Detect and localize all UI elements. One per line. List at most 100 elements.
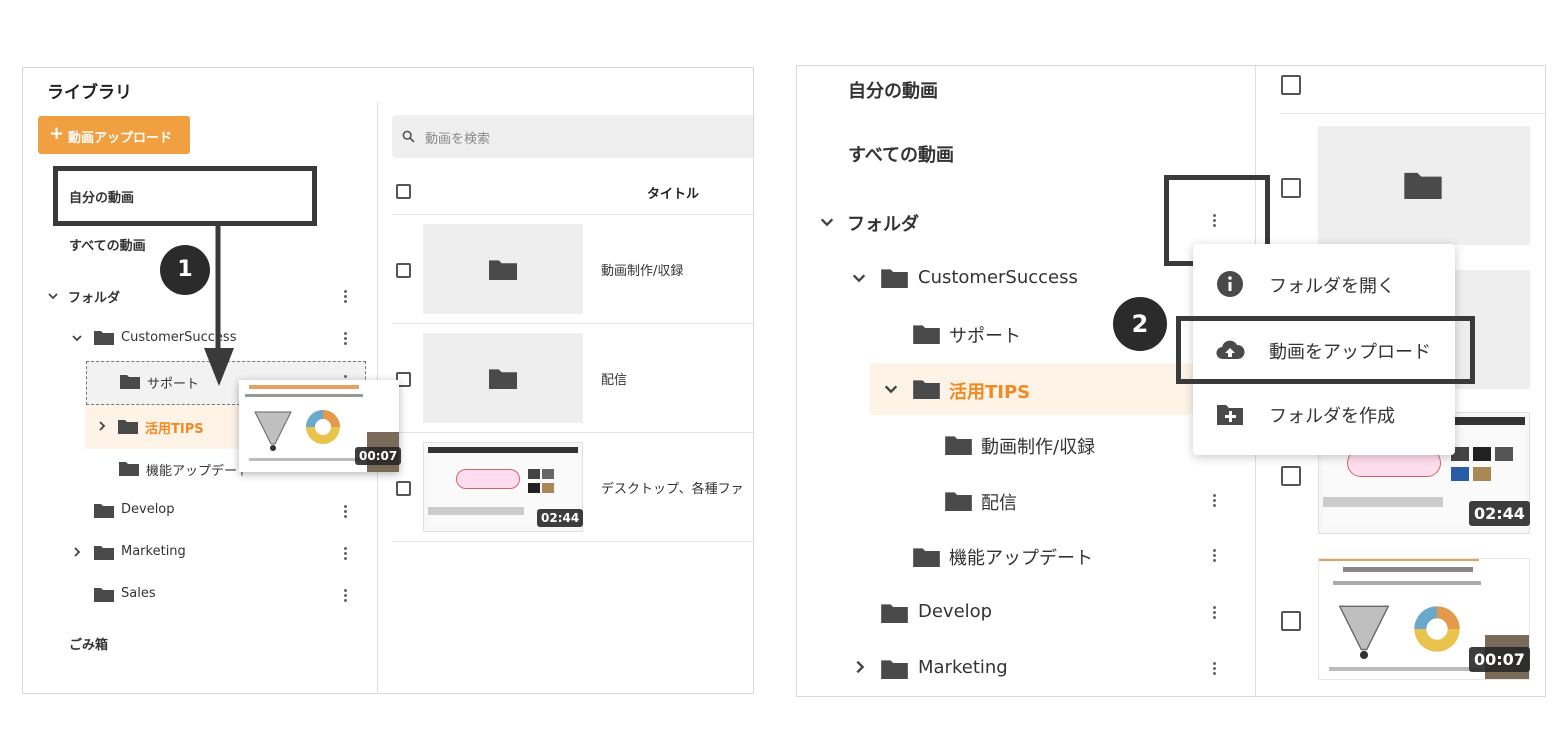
tree-item-tips[interactable]: 活用TIPS [949,378,1030,404]
develop-more-icon[interactable] [1211,606,1217,621]
folder-icon [945,435,972,455]
chevron-down-icon[interactable] [851,270,867,286]
tree-item-feature-update[interactable]: 機能アップデート [949,544,1093,570]
nav-trash[interactable]: ごみ箱 [69,634,108,653]
folder-icon [119,461,139,476]
chevron-right-icon[interactable] [96,420,108,432]
nav-folders[interactable]: フォルダ [847,210,919,236]
folder-icon [1404,172,1442,199]
folder-icon [94,545,114,560]
develop-more-icon[interactable] [342,505,348,520]
folder-thumbnail[interactable] [423,333,583,423]
header-divider [392,214,753,215]
folder-icon [913,547,940,567]
chevron-down-icon[interactable] [71,332,83,344]
row-title[interactable]: 動画制作/収録 [601,260,683,279]
row-checkbox[interactable] [396,263,411,278]
folder-icon [118,419,138,434]
chevron-down-icon[interactable] [819,214,835,230]
step-badge-1: 1 [160,245,210,295]
header-divider [1280,113,1545,114]
row-divider [392,432,753,433]
folder-icon [881,268,908,288]
tree-item-production[interactable]: 動画制作/収録 [981,433,1095,459]
highlight-my-videos [53,166,317,226]
step-badge-2: 2 [1113,297,1167,351]
upload-video-button-label: 動画アップロード [68,131,173,146]
search-icon [402,130,415,143]
folder-icon [94,587,114,602]
row-checkbox[interactable] [1281,611,1301,631]
folder-thumbnail[interactable] [1318,126,1530,245]
tree-item-feature-update[interactable]: 機能アップデート [146,460,250,479]
upload-video-button[interactable]: + 動画アップロード [38,116,190,154]
select-all-checkbox[interactable] [1281,75,1301,95]
tree-item-develop[interactable]: Develop [918,601,992,622]
tree-item-tips[interactable]: 活用TIPS [145,418,204,437]
chevron-right-icon[interactable] [852,659,868,675]
feature-update-more-icon[interactable] [1211,549,1217,564]
chevron-down-icon[interactable] [883,381,899,397]
menu-item-label: フォルダを開く [1269,276,1395,297]
video-duration-badge: 00:07 [1469,647,1530,672]
column-title-header: タイトル [647,187,700,202]
tree-item-distribution[interactable]: 配信 [981,489,1017,515]
folder-icon [881,659,908,679]
distribution-more-icon[interactable] [1211,494,1217,509]
folders-more-icon[interactable] [342,290,348,305]
folder-icon [913,324,940,344]
folder-icon [94,330,114,345]
tree-item-support[interactable]: サポート [147,373,199,392]
marketing-more-icon[interactable] [1211,662,1217,677]
info-icon [1217,271,1243,297]
search-input[interactable]: 動画を検索 [425,128,490,147]
highlight-upload-video [1176,316,1475,384]
tree-item-sales[interactable]: Sales [121,586,156,601]
dragged-video-card: 00:07 [239,380,402,472]
row-checkbox[interactable] [396,481,411,496]
sales-more-icon[interactable] [342,589,348,604]
library-panel-left: ライブラリ + 動画アップロード 自分の動画 すべての動画 フォルダ Custo… [22,67,754,694]
folder-thumbnail[interactable] [423,224,583,314]
chevron-right-icon[interactable] [71,546,83,558]
video-duration-badge: 02:44 [1469,501,1530,526]
folder-icon [94,503,114,518]
folder-icon [881,603,908,623]
tree-item-marketing[interactable]: Marketing [121,544,186,559]
row-title[interactable]: 配信 [601,369,627,388]
tree-item-marketing[interactable]: Marketing [918,657,1008,678]
video-thumbnail[interactable]: 00:07 [1318,558,1530,680]
chevron-down-icon[interactable] [47,290,59,302]
nav-folders[interactable]: フォルダ [68,287,120,306]
video-duration-badge: 00:07 [355,447,402,465]
select-all-checkbox[interactable] [396,184,411,199]
row-checkbox[interactable] [1281,466,1301,486]
nav-my-videos[interactable]: 自分の動画 [848,77,938,103]
menu-item-open-folder[interactable]: フォルダを開く [1193,254,1455,314]
video-thumbnail[interactable]: 02:44 [423,442,584,532]
nav-all-videos[interactable]: すべての動画 [69,235,146,254]
folder-icon [489,260,517,280]
marketing-more-icon[interactable] [342,547,348,562]
search-bar[interactable]: 動画を検索 [392,115,753,158]
customer-success-more-icon[interactable] [342,332,348,347]
drag-arrow-icon [204,224,234,386]
folder-icon [913,379,940,399]
library-panel-right: 自分の動画 すべての動画 フォルダ CustomerSuccess サポート 活… [796,65,1546,697]
folder-icon [120,374,140,389]
nav-all-videos[interactable]: すべての動画 [848,141,954,167]
menu-item-create-folder[interactable]: フォルダを作成 [1193,384,1455,444]
tree-item-develop[interactable]: Develop [121,502,175,517]
row-title[interactable]: デスクトップ、各種ファ [601,478,744,497]
library-title: ライブラリ [47,83,132,103]
row-checkbox[interactable] [1281,178,1301,198]
row-divider [392,323,753,324]
folder-icon [945,491,972,511]
create-folder-icon [1217,405,1243,425]
folder-icon [489,369,517,389]
tree-item-support[interactable]: サポート [949,322,1021,348]
video-duration-badge: 02:44 [537,509,584,527]
tree-item-customer-success[interactable]: CustomerSuccess [918,267,1078,288]
plus-icon: + [49,123,65,144]
row-divider [392,541,753,542]
